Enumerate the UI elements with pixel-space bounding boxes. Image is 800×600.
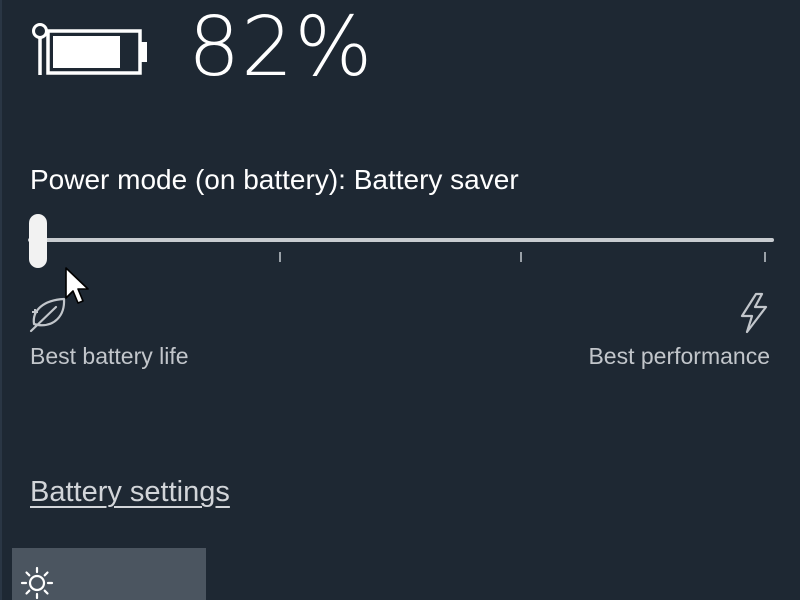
power-mode-slider[interactable] — [28, 214, 774, 268]
battery-percentage: 82% — [188, 0, 374, 95]
mouse-cursor-icon — [65, 267, 89, 304]
sun-icon — [20, 566, 54, 600]
slider-track[interactable] — [28, 238, 774, 242]
power-mode-label: Power mode (on battery): Battery saver — [30, 164, 519, 195]
best-performance-label: Best performance — [588, 343, 770, 369]
battery-flyout: 82% Power mode (on battery): Battery sav… — [0, 0, 800, 600]
battery-charging-icon — [32, 23, 147, 75]
slider-tick — [520, 252, 522, 262]
flyout-edge — [0, 0, 2, 600]
slider-tick — [279, 252, 281, 262]
lightning-bolt-icon — [740, 292, 768, 334]
best-battery-life-label: Best battery life — [30, 343, 189, 369]
slider-thumb[interactable] — [29, 214, 47, 268]
battery-settings-link[interactable]: Battery settings — [30, 474, 230, 510]
slider-tick — [764, 252, 766, 262]
battery-fill — [53, 36, 120, 68]
